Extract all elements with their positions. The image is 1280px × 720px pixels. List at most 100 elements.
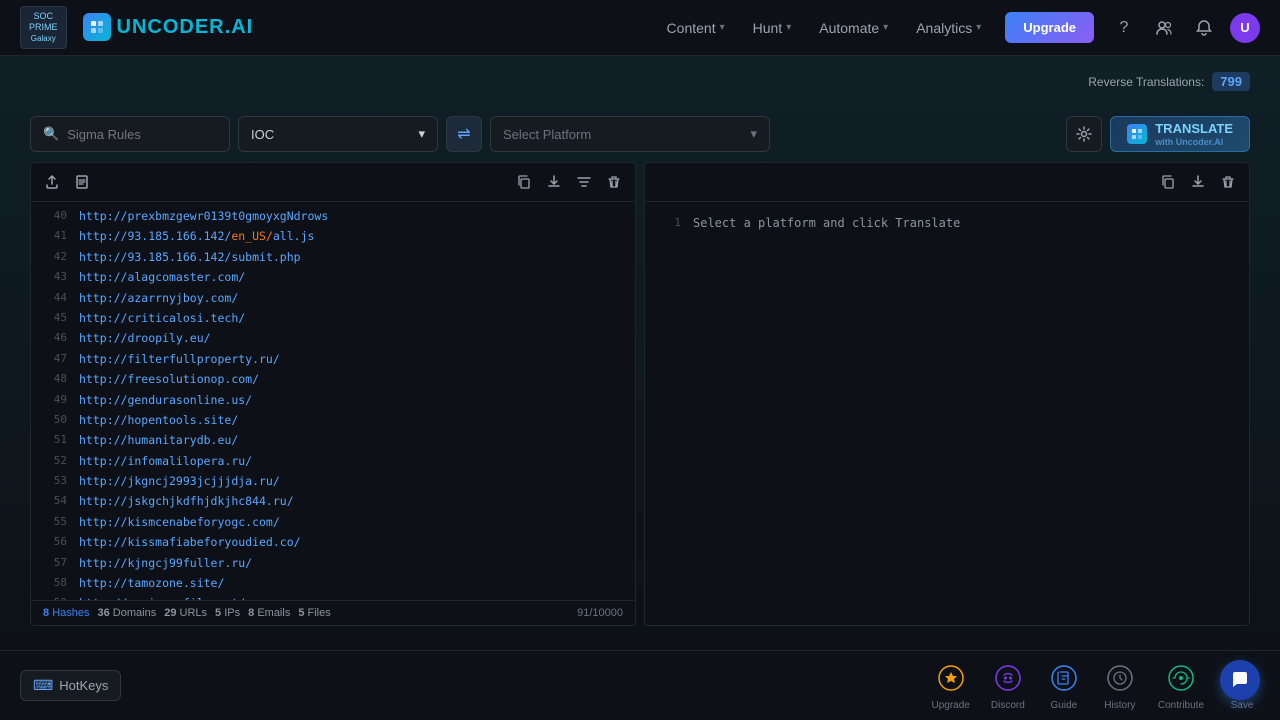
discord-action[interactable]: Discord	[990, 660, 1026, 711]
editors-row: 40http://prexbmzgewr0139t0gmoyxgNdrows41…	[30, 162, 1250, 626]
header-icons: ? U	[1110, 13, 1260, 43]
line-content: http://jkgncj2993jcjjjdja.ru/	[79, 472, 280, 490]
soc-prime-badge: SOCPRIMEGalaxy	[20, 6, 67, 48]
files-filter[interactable]: 5 Files	[298, 607, 330, 619]
users-icon[interactable]	[1150, 14, 1178, 42]
line-content: http://kissmafiabeforyoudied.co/	[79, 533, 301, 551]
bottom-bar: ⌨ HotKeys Upgrade Discord	[0, 650, 1280, 720]
file-icon[interactable]	[69, 169, 95, 195]
upgrade-button[interactable]: Upgrade	[1005, 12, 1094, 43]
table-row: 47 http://filterfullproperty.ru/	[31, 349, 635, 369]
translate-button[interactable]: TRANSLATE with Uncoder.AI	[1110, 116, 1250, 152]
table-row: 54http://jskgchjkdfhjdkjhc844.ru/	[31, 491, 635, 511]
logo-text: UNCODER.AI	[117, 16, 254, 39]
table-row: 48http://freesolutionop.com/	[31, 369, 635, 389]
keyboard-icon: ⌨	[33, 677, 53, 694]
line-number: 41	[39, 227, 67, 245]
table-row: 51http://humanitarydb.eu/	[31, 430, 635, 450]
chevron-down-icon: ▾	[976, 22, 981, 33]
bell-icon[interactable]	[1190, 14, 1218, 42]
chevron-down-icon: ▾	[418, 126, 425, 142]
bottom-actions: Upgrade Discord	[932, 660, 1261, 711]
line-number: 46	[39, 329, 67, 347]
line-number: 55	[39, 513, 67, 531]
line-number: 42	[39, 248, 67, 266]
line-number: 56	[39, 533, 67, 551]
guide-icon	[1046, 660, 1082, 696]
emails-filter[interactable]: 8 Emails	[248, 607, 290, 619]
table-row: 42 http://93.185.166.142/submit.php	[31, 247, 635, 267]
table-row: 40http://prexbmzgewr0139t0gmoyxgNdrows	[31, 206, 635, 226]
ips-filter[interactable]: 5 IPs	[215, 607, 240, 619]
discord-icon	[990, 660, 1026, 696]
contribute-action[interactable]: Contribute	[1158, 660, 1204, 711]
placeholder-line: 1 Select a platform and click Translate	[645, 206, 1249, 241]
settings-button[interactable]	[1066, 116, 1102, 152]
nav-automate[interactable]: Automate ▾	[807, 14, 900, 42]
search-input[interactable]	[67, 127, 217, 142]
right-editor-content: 1 Select a platform and click Translate	[645, 202, 1249, 625]
nav-analytics[interactable]: Analytics ▾	[904, 14, 993, 42]
swap-button[interactable]: ⇌	[446, 116, 482, 152]
table-row: 41http://93.185.166.142/en_US/all.js	[31, 226, 635, 246]
line-content: http://kismcenabeforyogc.com/	[79, 513, 280, 531]
table-row: 58http://tamozone.site/	[31, 573, 635, 593]
guide-action[interactable]: Guide	[1046, 660, 1082, 711]
line-content: http://azarrnyjboy.com/	[79, 289, 238, 307]
download-icon-right[interactable]	[1185, 169, 1211, 195]
line-content: http://tamozone.site/	[79, 574, 224, 592]
editor-footer: 8 Hashes 36 Domains 29 URLs 5 IPs 8 Emai…	[31, 600, 635, 625]
header: SOCPRIMEGalaxy UNCODER.AI Content ▾ Hunt	[0, 0, 1280, 56]
nav-content[interactable]: Content ▾	[655, 14, 737, 42]
chat-bubble[interactable]	[1220, 660, 1260, 700]
logo-icon	[83, 13, 111, 41]
line-content: http://criticalosi.tech/	[79, 309, 245, 327]
line-number: 48	[39, 370, 67, 388]
line-number: 51	[39, 431, 67, 449]
nav-hunt[interactable]: Hunt ▾	[741, 14, 804, 42]
filter-icon[interactable]	[571, 169, 597, 195]
platform-dropdown[interactable]: Select Platform ▾	[490, 116, 770, 152]
char-count: 91/10000	[577, 607, 623, 619]
domains-filter[interactable]: 36 Domains	[97, 607, 156, 619]
user-avatar[interactable]: U	[1230, 13, 1260, 43]
download-icon[interactable]	[541, 169, 567, 195]
line-number: 53	[39, 472, 67, 490]
table-row: 53 http://jkgncj2993jcjjjdja.ru/	[31, 471, 635, 491]
copy-icon[interactable]	[511, 169, 537, 195]
line-number: 50	[39, 411, 67, 429]
line-content: http://prexbmzgewr0139t0gmoyxgNdrows	[79, 207, 328, 225]
upgrade-action[interactable]: Upgrade	[932, 660, 970, 711]
line-number: 52	[39, 452, 67, 470]
line-content: http://filterfullproperty.ru/	[79, 350, 280, 368]
search-box[interactable]: 🔍	[30, 116, 230, 152]
line-content: http://jskgchjkdfhjdkjhc844.ru/	[79, 492, 294, 510]
line-content: http://93.185.166.142/submit.php	[79, 248, 301, 266]
line-content: http://gendurasonline.us/	[79, 391, 252, 409]
left-editor-content[interactable]: 40http://prexbmzgewr0139t0gmoyxgNdrows41…	[31, 202, 635, 600]
left-editor-toolbar	[31, 163, 635, 202]
right-editor-panel: 1 Select a platform and click Translate	[644, 162, 1250, 626]
history-action[interactable]: History	[1102, 660, 1138, 711]
header-left: SOCPRIMEGalaxy UNCODER.AI	[20, 6, 253, 48]
table-row: 56 http://kissmafiabeforyoudied.co/	[31, 532, 635, 552]
upgrade-icon	[933, 660, 969, 696]
line-number: 49	[39, 391, 67, 409]
hotkeys-button[interactable]: ⌨ HotKeys	[20, 670, 121, 701]
line-number: 47	[39, 350, 67, 368]
table-row: 59http://maximprofile.net/	[31, 593, 635, 600]
trash-icon-right[interactable]	[1215, 169, 1241, 195]
ioc-dropdown[interactable]: IOC ▾	[238, 116, 438, 152]
hashes-filter[interactable]: 8 Hashes	[43, 607, 89, 619]
search-icon: 🔍	[43, 126, 59, 142]
line-number: 44	[39, 289, 67, 307]
main-content: Reverse Translations: 799 🔍 IOC ▾ ⇌ Sele…	[0, 56, 1280, 650]
urls-filter[interactable]: 29 URLs	[164, 607, 207, 619]
help-icon[interactable]: ?	[1110, 14, 1138, 42]
line-number: 45	[39, 309, 67, 327]
table-row: 57http://kjngcj99fuller.ru/	[31, 553, 635, 573]
trash-icon[interactable]	[601, 169, 627, 195]
logo[interactable]: UNCODER.AI	[83, 13, 254, 41]
upload-icon[interactable]	[39, 169, 65, 195]
copy-icon-right[interactable]	[1155, 169, 1181, 195]
